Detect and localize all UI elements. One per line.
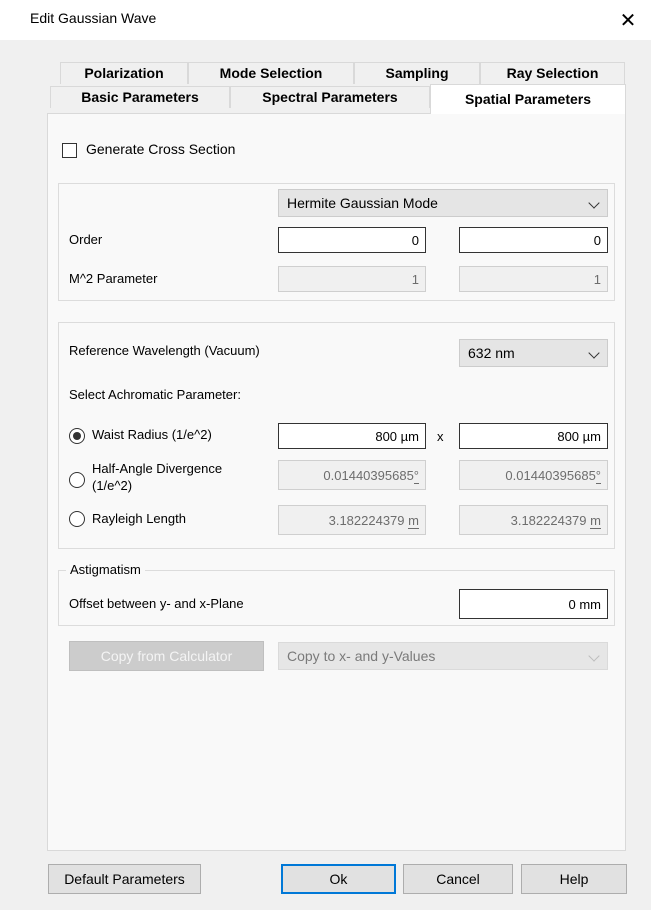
window-title: Edit Gaussian Wave — [30, 10, 157, 26]
title-bar: Edit Gaussian Wave ✕ — [0, 0, 651, 40]
mode-type-value: Hermite Gaussian Mode — [287, 195, 438, 211]
offset-unit: mm — [579, 597, 601, 612]
cancel-button[interactable]: Cancel — [403, 864, 513, 894]
divergence-y-unit: ° — [413, 468, 419, 484]
default-parameters-button[interactable]: Default Parameters — [48, 864, 201, 894]
waist-radius-y-value: 800 — [375, 429, 398, 444]
offset-input[interactable]: 0 mm — [459, 589, 608, 619]
m2-x-input: 1 — [459, 266, 608, 292]
divergence-x-value: 0.01440395685 — [505, 468, 596, 483]
rayleigh-length-label: Rayleigh Length — [92, 511, 186, 526]
reference-wavelength-value: 632 nm — [468, 345, 515, 361]
generate-cross-section-label: Generate Cross Section — [86, 141, 236, 157]
chevron-down-icon — [588, 650, 600, 662]
tab-polarization[interactable]: Polarization — [60, 62, 188, 84]
edit-gaussian-wave-dialog: Edit Gaussian Wave ✕ Polarization Mode S… — [0, 0, 651, 910]
waist-radius-y-unit: µm — [400, 429, 419, 444]
divergence-x-input: 0.01440395685° — [459, 460, 608, 490]
order-y-input[interactable]: 0 — [278, 227, 426, 253]
half-angle-divergence-sublabel: (1/e^2) — [92, 478, 133, 493]
rayleigh-y-value: 3.182224379 — [328, 513, 405, 528]
rayleigh-y-unit: m — [408, 513, 419, 529]
divergence-x-unit: ° — [595, 468, 601, 484]
divergence-y-input: 0.01440395685° — [278, 460, 426, 490]
tab-mode-selection[interactable]: Mode Selection — [188, 62, 354, 84]
tab-ray-selection[interactable]: Ray Selection — [480, 62, 625, 84]
waist-radius-y-input[interactable]: 800 µm — [278, 423, 426, 449]
rayleigh-x-unit: m — [590, 513, 601, 529]
ok-button[interactable]: Ok — [281, 864, 396, 894]
reference-wavelength-select[interactable]: 632 nm — [459, 339, 608, 367]
close-icon[interactable]: ✕ — [605, 0, 651, 40]
tab-spatial-parameters[interactable]: Spatial Parameters — [430, 84, 626, 114]
chevron-down-icon — [588, 347, 600, 359]
generate-cross-section-checkbox[interactable] — [62, 143, 77, 158]
waist-radius-label: Waist Radius (1/e^2) — [92, 427, 212, 442]
tab-spectral-parameters[interactable]: Spectral Parameters — [230, 86, 430, 108]
rayleigh-length-radio[interactable] — [69, 511, 85, 527]
mode-type-select[interactable]: Hermite Gaussian Mode — [278, 189, 608, 217]
waist-radius-x-input[interactable]: 800 µm — [459, 423, 608, 449]
rayleigh-x-value: 3.182224379 — [510, 513, 587, 528]
half-angle-divergence-radio[interactable] — [69, 472, 85, 488]
m2-y-input: 1 — [278, 266, 426, 292]
copy-from-calculator-button[interactable]: Copy from Calculator — [69, 641, 264, 671]
waist-radius-radio[interactable] — [69, 428, 85, 444]
select-achromatic-label: Select Achromatic Parameter: — [69, 387, 241, 402]
chevron-down-icon — [588, 197, 600, 209]
offset-value: 0 — [568, 597, 576, 612]
tab-basic-parameters[interactable]: Basic Parameters — [50, 86, 230, 108]
copy-target-select[interactable]: Copy to x- and y-Values — [278, 642, 608, 670]
help-button[interactable]: Help — [521, 864, 627, 894]
order-label: Order — [69, 232, 103, 247]
rayleigh-y-input: 3.182224379 m — [278, 505, 426, 535]
order-x-input[interactable]: 0 — [459, 227, 608, 253]
waist-radius-x-unit: µm — [582, 429, 601, 444]
offset-label: Offset between y- and x-Plane — [69, 596, 244, 611]
tab-sampling[interactable]: Sampling — [354, 62, 480, 84]
x-separator: x — [437, 429, 444, 444]
reference-wavelength-label: Reference Wavelength (Vacuum) — [69, 343, 260, 358]
rayleigh-x-input: 3.182224379 m — [459, 505, 608, 535]
waist-radius-x-value: 800 — [557, 429, 580, 444]
m2-parameter-label: M^2 Parameter — [69, 271, 158, 286]
half-angle-divergence-label: Half-Angle Divergence — [92, 461, 223, 476]
divergence-y-value: 0.01440395685 — [323, 468, 414, 483]
copy-target-value: Copy to x- and y-Values — [287, 648, 436, 664]
astigmatism-legend: Astigmatism — [66, 562, 145, 577]
